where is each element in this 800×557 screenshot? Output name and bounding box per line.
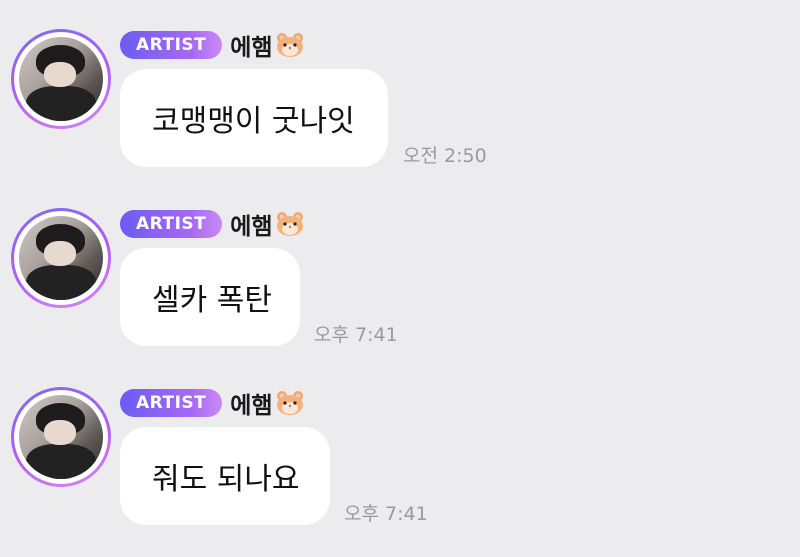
sender-name: 에햄 (230, 214, 273, 240)
sender-name: 에햄 (230, 35, 273, 61)
hamster-icon (276, 212, 303, 236)
chat-message: ARTIST 에햄 코맹맹이 굿나잇 오전 2:50 (0, 29, 800, 199)
artist-badge: ARTIST (120, 31, 223, 59)
message-time: 오후 7:41 (344, 503, 428, 525)
avatar[interactable] (11, 29, 111, 129)
avatar[interactable] (11, 387, 111, 487)
message-time: 오후 7:41 (314, 324, 398, 346)
artist-badge: ARTIST (120, 389, 223, 417)
message-bubble[interactable]: 코맹맹이 굿나잇 (120, 69, 388, 167)
message-header: ARTIST 에햄 (120, 387, 305, 419)
sender-name: 에햄 (230, 393, 273, 419)
message-text: 셀카 폭탄 (152, 283, 272, 318)
message-header: ARTIST 에햄 (120, 29, 305, 61)
message-time: 오전 2:50 (403, 145, 487, 167)
message-text: 줘도 되나요 (152, 462, 300, 497)
chat-message: ARTIST 에햄 셀카 폭탄 오후 7:41 (0, 208, 800, 378)
message-bubble[interactable]: 줘도 되나요 (120, 427, 330, 525)
avatar[interactable] (11, 208, 111, 308)
message-bubble[interactable]: 셀카 폭탄 (120, 248, 300, 346)
message-header: ARTIST 에햄 (120, 208, 305, 240)
hamster-icon (276, 33, 303, 57)
message-text: 코맹맹이 굿나잇 (152, 104, 355, 139)
hamster-icon (276, 391, 303, 415)
chat-message: ARTIST 에햄 줘도 되나요 오후 7:41 (0, 387, 800, 557)
artist-badge: ARTIST (120, 210, 223, 238)
